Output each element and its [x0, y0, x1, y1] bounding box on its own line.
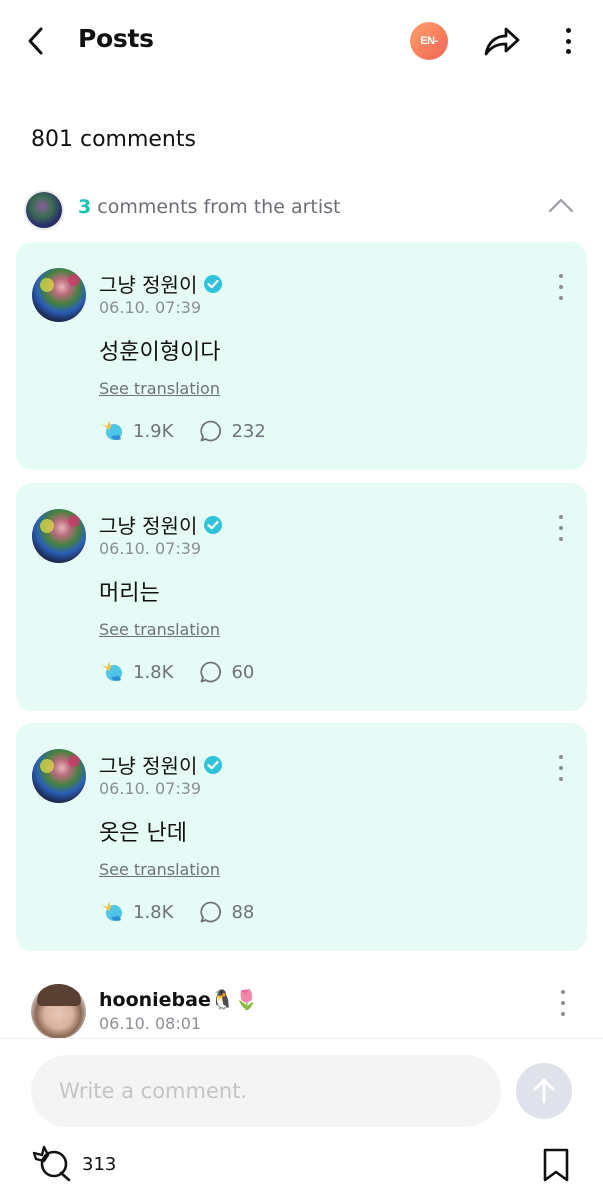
author-row: 그냥 정원이	[99, 269, 223, 298]
artist-comment-card: 그냥 정원이 06.10. 07:39 옷은 난데 See translatio…	[16, 723, 587, 951]
verified-badge-icon	[204, 274, 223, 293]
dot	[559, 296, 563, 300]
cheer-icon	[102, 662, 122, 681]
like-button[interactable]: 1.8K	[99, 899, 173, 925]
dot	[565, 28, 571, 33]
author-row: 그냥 정원이	[99, 750, 223, 779]
dot	[559, 766, 563, 770]
comment-composer: 313	[0, 1038, 603, 1200]
artist-comments-toggle[interactable]: 3 comments from the artist	[24, 188, 579, 232]
like-button[interactable]: 1.8K	[99, 659, 173, 685]
dot	[559, 274, 563, 278]
dot	[559, 755, 563, 759]
share-button[interactable]	[482, 22, 522, 60]
reply-button[interactable]: 232	[199, 419, 266, 443]
speech-bubble-icon	[200, 661, 222, 683]
artist-comment-card: 그냥 정원이 06.10. 07:39 머리는 See translation …	[16, 483, 587, 711]
comment-text: 머리는	[99, 581, 160, 606]
dot	[559, 537, 563, 541]
artist-comments-text: comments from the artist	[91, 196, 341, 218]
dot	[561, 1012, 565, 1016]
comment-date: 06.10. 07:39	[99, 539, 202, 558]
top-bar: Posts EN-	[0, 0, 603, 84]
cheer-icon	[102, 421, 122, 440]
community-badge-label: EN-	[420, 35, 438, 47]
like-button[interactable]: 1.9K	[99, 418, 173, 444]
comment-more-button[interactable]	[553, 990, 573, 1016]
arrow-up-icon	[533, 1078, 555, 1104]
reply-button[interactable]: 60	[199, 660, 254, 684]
cheer-icon[interactable]	[30, 1143, 74, 1183]
avatar[interactable]	[31, 984, 86, 1039]
author-name[interactable]: hooniebae🐧🌷	[99, 988, 258, 1011]
avatar[interactable]	[32, 268, 86, 322]
comment-more-button[interactable]	[551, 755, 571, 781]
comment-stats: 1.9K 232	[99, 418, 266, 444]
reply-count: 232	[231, 420, 266, 442]
comment-text: 성훈이형이다	[99, 340, 221, 365]
see-translation-link[interactable]: See translation	[99, 620, 220, 639]
comment-stats: 1.8K 60	[99, 659, 254, 685]
reply-count: 88	[231, 901, 255, 923]
dot	[559, 777, 563, 781]
comment-more-button[interactable]	[551, 274, 571, 300]
cheer-icon	[102, 902, 122, 921]
verified-badge-icon	[204, 755, 223, 774]
author-name[interactable]: 그냥 정원이	[99, 510, 197, 539]
share-arrow-icon	[484, 27, 520, 56]
comment-input[interactable]	[31, 1055, 501, 1127]
comment-date: 06.10. 07:39	[99, 298, 202, 317]
comments-count: 801 comments	[31, 127, 196, 152]
artist-comments-label: 3 comments from the artist	[78, 196, 341, 218]
page-title: Posts	[78, 24, 154, 53]
see-translation-link[interactable]: See translation	[99, 860, 220, 879]
author-name[interactable]: 그냥 정원이	[99, 750, 197, 779]
speech-bubble-icon	[200, 901, 222, 923]
author-row: 그냥 정원이	[99, 510, 223, 539]
send-button[interactable]	[516, 1063, 572, 1119]
comment-more-button[interactable]	[551, 515, 571, 541]
dot	[561, 990, 565, 994]
comment-date: 06.10. 07:39	[99, 779, 202, 798]
chevron-left-icon	[28, 27, 43, 55]
dot	[559, 526, 563, 530]
dot	[565, 49, 571, 54]
chevron-up-icon[interactable]	[547, 194, 575, 218]
like-count: 1.8K	[133, 661, 174, 683]
see-translation-link[interactable]: See translation	[99, 379, 220, 398]
artist-comments-count: 3	[78, 196, 92, 218]
post-like-count: 313	[82, 1154, 117, 1175]
speech-bubble-icon	[200, 420, 222, 442]
dot	[559, 285, 563, 289]
comment-text: 옷은 난데	[99, 821, 187, 846]
comment-date: 06.10. 08:01	[99, 1014, 202, 1033]
reply-button[interactable]: 88	[199, 900, 254, 924]
dot	[561, 1001, 565, 1005]
community-badge-button[interactable]: EN-	[410, 22, 448, 60]
dot	[565, 38, 571, 44]
fan-comment: hooniebae🐧🌷 06.10. 08:01	[0, 978, 603, 1039]
like-count: 1.8K	[133, 901, 174, 923]
avatar[interactable]	[32, 749, 86, 803]
comment-stats: 1.8K 88	[99, 899, 254, 925]
artist-comment-card: 그냥 정원이 06.10. 07:39 성훈이형이다 See translati…	[16, 242, 587, 470]
more-options-button[interactable]	[556, 24, 580, 58]
bookmark-icon[interactable]	[540, 1147, 572, 1183]
back-button[interactable]	[20, 24, 52, 58]
verified-badge-icon	[204, 515, 223, 534]
like-count: 1.9K	[133, 420, 174, 442]
reply-count: 60	[231, 661, 255, 683]
author-name[interactable]: 그냥 정원이	[99, 269, 197, 298]
dot	[559, 515, 563, 519]
artist-avatar	[24, 190, 64, 230]
avatar[interactable]	[32, 509, 86, 563]
